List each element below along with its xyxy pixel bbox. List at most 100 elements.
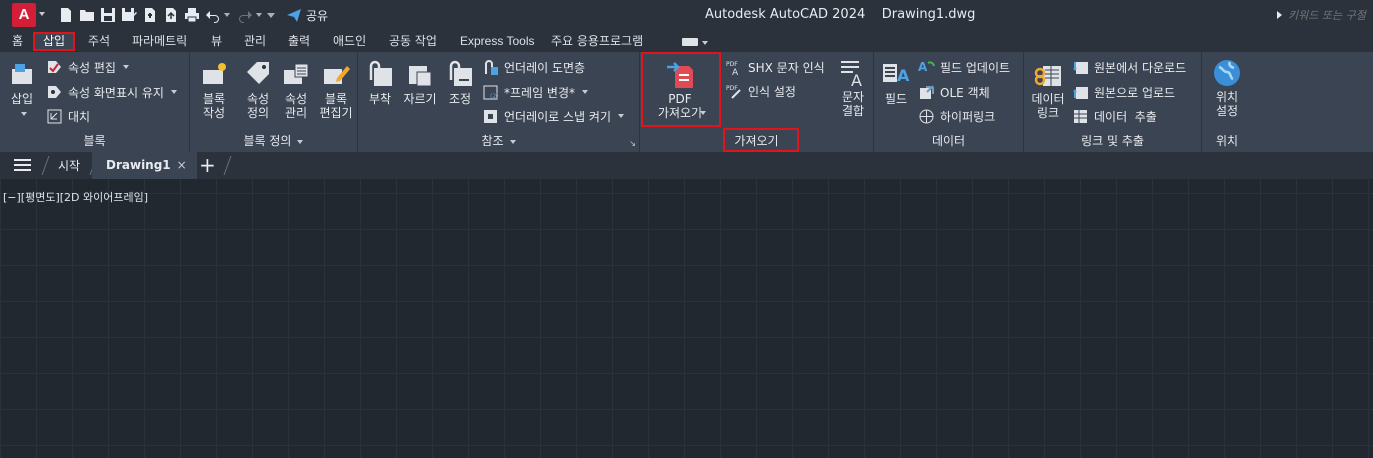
block-editor-button[interactable]: 블록 편집기 — [314, 60, 358, 120]
panel-title-reference[interactable]: 참조 — [358, 130, 639, 152]
underlay-layers-icon — [485, 59, 498, 75]
redo-chevron-down-icon[interactable] — [256, 13, 262, 17]
drawing-canvas[interactable] — [0, 179, 1373, 458]
save-icon[interactable] — [100, 7, 116, 23]
new-file-icon[interactable] — [58, 7, 74, 23]
frame-icon: (2) — [483, 85, 499, 100]
chevron-down-icon[interactable] — [702, 41, 708, 45]
customize-qat-chevron-icon[interactable] — [267, 12, 275, 18]
tab-parametric[interactable]: 파라메트릭 — [132, 32, 187, 51]
tab-collaborate[interactable]: 공동 작업 — [389, 32, 437, 51]
chevron-down-icon — [170, 90, 177, 94]
upload-to-source-button[interactable]: 원본으로 업로드 — [1072, 82, 1175, 102]
undo-icon[interactable] — [205, 7, 221, 23]
chevron-down-icon — [509, 139, 516, 144]
svg-text:A: A — [732, 68, 739, 76]
search-bar — [1277, 5, 1373, 25]
create-block-button[interactable]: 블록 작성 — [194, 60, 234, 120]
field-button[interactable]: A 필드 — [878, 60, 914, 106]
tab-addins[interactable]: 애드인 — [333, 32, 366, 51]
search-input[interactable] — [1288, 6, 1372, 24]
tab-output[interactable]: 출력 — [288, 32, 310, 51]
file-tabs-bar: 시작 Drawing1 × + — [0, 152, 1373, 179]
svg-text:(2): (2) — [490, 93, 499, 100]
tab-express-tools[interactable]: Express Tools — [460, 32, 534, 51]
viewport-controls[interactable]: [−][평면도][2D 와이어프레임] — [3, 189, 148, 205]
create-block-icon — [203, 63, 226, 84]
combine-text-button[interactable]: A 문자 결합 — [832, 58, 874, 118]
tab-annotate[interactable]: 주석 — [88, 32, 110, 51]
panel-launcher-icon[interactable]: ↘ — [629, 139, 636, 148]
new-drawing-icon[interactable]: + — [199, 155, 216, 175]
ribbon-display-toggle-icon[interactable] — [682, 38, 698, 46]
tab-insert[interactable]: 삽입 — [33, 32, 76, 51]
panel-location: 위치 설정 위치 — [1202, 52, 1252, 152]
start-tab[interactable]: 시작 — [58, 157, 80, 174]
update-fields-icon: A — [918, 60, 935, 74]
svg-text:A: A — [897, 66, 910, 85]
open-folder-icon[interactable] — [79, 7, 95, 23]
redo-icon[interactable] — [237, 7, 253, 23]
data-link-icon — [1034, 66, 1061, 86]
window-title: Autodesk AutoCAD 2024 Drawing1.dwg — [705, 7, 976, 22]
application-menu-button[interactable]: A — [12, 3, 36, 27]
panel-title-block: 블록 — [83, 134, 106, 148]
panel-block-definition: 블록 작성 속성 정의 속성 관리 블록 편집기 블록 정의 — [190, 52, 358, 152]
block-editor-icon — [324, 66, 350, 84]
attach-button[interactable]: 부착 — [362, 60, 398, 106]
file-tabs-menu-icon[interactable] — [14, 159, 31, 171]
set-location-button[interactable]: 위치 설정 — [1206, 58, 1248, 118]
clip-button[interactable]: 자르기 — [400, 60, 440, 106]
extract-data-button[interactable]: 데이터 추출 — [1072, 106, 1157, 126]
hyperlink-button[interactable]: 하이퍼링크 — [918, 106, 995, 126]
download-from-source-button[interactable]: 원본에서 다운로드 — [1072, 57, 1186, 77]
chevron-down-icon — [122, 65, 129, 69]
panel-data: A 필드 A 필드 업데이트 OLE 객체 하이퍼링크 데이터 — [874, 52, 1024, 152]
shx-recognition-icon: PDFA — [726, 61, 739, 76]
adjust-icon — [449, 60, 472, 86]
plot-icon[interactable] — [184, 7, 200, 23]
save-to-web-icon[interactable] — [163, 7, 179, 23]
adjust-button[interactable]: 조정 — [442, 60, 478, 106]
tab-view[interactable]: 뷰 — [211, 32, 222, 51]
open-from-web-icon[interactable] — [142, 7, 158, 23]
data-link-button[interactable]: 데이터 링크 — [1028, 60, 1068, 120]
highlight-import-panel-title — [723, 128, 799, 152]
panel-reference: 부착 자르기 조정 언더레이 도면층 (2) *프레임 변경* 언더레이로 스냅… — [358, 52, 640, 152]
edit-attributes-button[interactable]: 속성 편집 — [46, 57, 129, 77]
share-label: 공유 — [306, 8, 329, 23]
recognition-settings-button[interactable]: PDF 인식 설정 — [726, 81, 796, 101]
tab-home[interactable]: 홈 — [12, 32, 23, 51]
insert-block-button[interactable]: 삽입 — [4, 60, 40, 120]
tab-featured-apps[interactable]: 주요 응용프로그램 — [551, 32, 643, 51]
title-bar: A 공유 Autodesk AutoCAD 2024 Drawing1.dwg — [0, 0, 1373, 30]
ribbon: 삽입 속성 편집 속성 화면표시 유지 대치 블록 블록 작성 속성 정의 속성 — [0, 52, 1373, 152]
ole-object-button[interactable]: OLE 객체 — [918, 82, 990, 102]
drawing1-tab[interactable]: Drawing1 × — [92, 152, 197, 179]
attribute-display-icon — [48, 85, 61, 98]
undo-chevron-down-icon[interactable] — [224, 13, 230, 17]
share-button[interactable]: 공유 — [286, 7, 328, 24]
recognize-shx-text-button[interactable]: PDF A SHX 문자 인식 — [726, 57, 825, 77]
save-as-icon[interactable] — [121, 7, 137, 23]
frames-vary-button[interactable]: (2) *프레임 변경* — [482, 82, 589, 102]
expand-search-icon[interactable] — [1277, 11, 1282, 19]
chevron-down-icon — [582, 90, 589, 94]
tab-manage[interactable]: 관리 — [244, 32, 266, 51]
tab-divider — [223, 156, 232, 175]
panel-title-block-definition[interactable]: 블록 정의 — [190, 130, 357, 152]
ole-object-icon — [920, 84, 934, 99]
define-attributes-button[interactable]: 속성 정의 — [238, 60, 278, 120]
attribute-display-button[interactable]: 속성 화면표시 유지 — [46, 82, 177, 102]
update-fields-button[interactable]: A 필드 업데이트 — [918, 57, 1010, 77]
chevron-down-icon[interactable] — [39, 12, 45, 16]
underlay-layers-button[interactable]: 언더레이 도면층 — [482, 57, 585, 77]
snap-to-underlays-button[interactable]: 언더레이로 스냅 켜기 — [482, 106, 624, 126]
close-icon[interactable]: × — [177, 158, 187, 172]
edit-attributes-icon — [48, 60, 61, 73]
replace-block-button[interactable]: 대치 — [46, 106, 90, 126]
quick-access-toolbar: 공유 — [58, 5, 328, 25]
manage-attributes-icon — [284, 63, 309, 84]
panel-block: 삽입 속성 편집 속성 화면표시 유지 대치 블록 — [0, 52, 190, 152]
manage-attributes-button[interactable]: 속성 관리 — [276, 60, 316, 120]
